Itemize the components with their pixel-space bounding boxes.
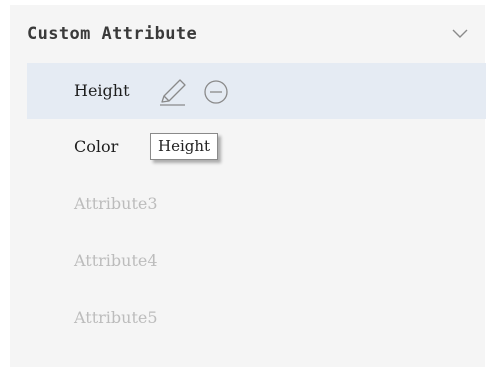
attribute-row-attribute4: Attribute4	[27, 233, 486, 289]
attribute-row-color[interactable]: Color	[27, 119, 486, 175]
panel-header[interactable]: Custom Attribute	[10, 5, 485, 61]
attribute-label: Height	[74, 81, 130, 100]
attribute-label: Attribute3	[74, 194, 158, 213]
panel-title: Custom Attribute	[27, 24, 198, 44]
attribute-row-attribute3: Attribute3	[27, 176, 486, 232]
attribute-row-attribute5: Attribute5	[27, 290, 486, 346]
attribute-label: Attribute5	[74, 308, 158, 327]
minus-circle-icon[interactable]	[203, 79, 229, 105]
pencil-icon[interactable]	[157, 77, 189, 107]
tooltip: Height	[150, 133, 219, 160]
attribute-label: Color	[74, 137, 119, 156]
custom-attribute-panel: Custom Attribute Height Color Attribute3	[10, 5, 486, 367]
chevron-down-icon[interactable]	[449, 23, 471, 45]
attribute-row-height[interactable]: Height	[27, 63, 486, 119]
attribute-label: Attribute4	[74, 251, 158, 270]
